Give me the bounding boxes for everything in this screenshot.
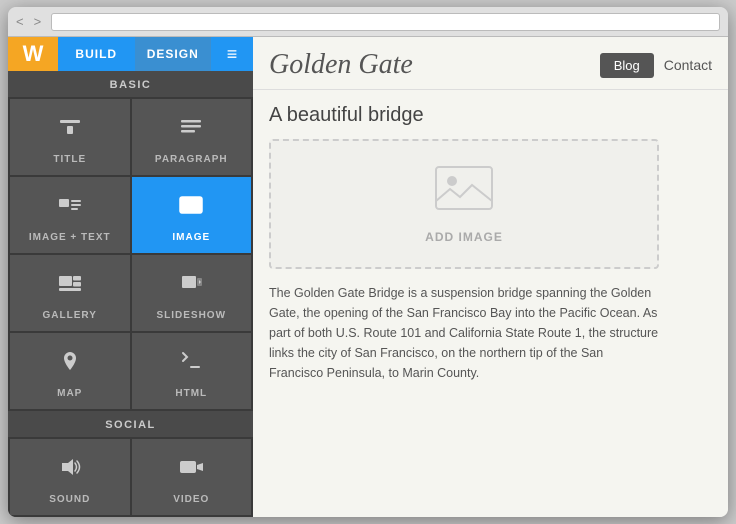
widget-grid-social: SOUND VIDEO xyxy=(8,437,253,517)
app-body: W BUILD DESIGN ≡ BASIC xyxy=(8,37,728,517)
image-placeholder-icon xyxy=(434,165,494,224)
widget-paragraph-label: PARAGRAPH xyxy=(155,154,228,165)
nav-contact-link[interactable]: Contact xyxy=(664,57,712,73)
image-placeholder[interactable]: ADD IMAGE xyxy=(269,139,659,269)
widget-slideshow[interactable]: SLIDESHOW xyxy=(132,255,252,331)
widget-video-label: VIDEO xyxy=(173,494,209,505)
widget-image-label: IMAGE xyxy=(172,232,210,243)
title-icon xyxy=(56,113,84,148)
browser-chrome: < > xyxy=(8,7,728,37)
logo: W xyxy=(8,37,58,71)
top-bar: W BUILD DESIGN ≡ xyxy=(8,37,253,71)
tab-build[interactable]: BUILD xyxy=(58,37,135,71)
left-panel: W BUILD DESIGN ≡ BASIC xyxy=(8,37,253,517)
add-image-text: ADD IMAGE xyxy=(425,230,503,244)
widget-image-text-label: IMAGE + TEXT xyxy=(29,232,111,243)
image-icon xyxy=(177,191,205,226)
widget-paragraph[interactable]: PARAGRAPH xyxy=(132,99,252,175)
widget-slideshow-label: SLIDESHOW xyxy=(156,310,226,321)
widget-sound[interactable]: SOUND xyxy=(10,439,130,515)
menu-button[interactable]: ≡ xyxy=(211,37,253,71)
site-title: Golden Gate xyxy=(269,49,413,81)
paragraph-icon xyxy=(177,113,205,148)
widget-html-label: HTML xyxy=(175,388,207,399)
widget-html[interactable]: HTML xyxy=(132,333,252,409)
slideshow-icon xyxy=(177,269,205,304)
nav-tabs: BUILD DESIGN xyxy=(58,37,211,71)
browser-url-bar[interactable] xyxy=(51,13,720,31)
html-icon xyxy=(177,347,205,382)
map-icon xyxy=(56,347,84,382)
section-basic-header: BASIC xyxy=(8,71,253,97)
widget-grid-basic: TITLE PARAGRAPH xyxy=(8,97,253,411)
widget-title[interactable]: TITLE xyxy=(10,99,130,175)
image-text-icon xyxy=(56,191,84,226)
widget-map[interactable]: MAP xyxy=(10,333,130,409)
page-heading: A beautiful bridge xyxy=(269,104,712,127)
widget-video[interactable]: VIDEO xyxy=(132,439,252,515)
gallery-icon xyxy=(56,269,84,304)
site-nav: Blog Contact xyxy=(600,53,712,78)
tab-design[interactable]: DESIGN xyxy=(135,37,212,71)
widget-image[interactable]: IMAGE xyxy=(132,177,252,253)
browser-back[interactable]: < xyxy=(16,14,24,29)
content-area: A beautiful bridge ADD IMAGE The Golden … xyxy=(253,90,728,517)
browser-window: < > W BUILD DESIGN ≡ xyxy=(8,7,728,517)
browser-forward[interactable]: > xyxy=(34,14,42,29)
widget-title-label: TITLE xyxy=(53,154,86,165)
site-header: Golden Gate Blog Contact xyxy=(253,37,728,90)
sound-icon xyxy=(56,453,84,488)
right-panel: Golden Gate Blog Contact A beautiful bri… xyxy=(253,37,728,517)
widget-gallery[interactable]: GALLERY xyxy=(10,255,130,331)
widget-gallery-label: GALLERY xyxy=(43,310,97,321)
widget-map-label: MAP xyxy=(57,388,82,399)
widget-image-text[interactable]: IMAGE + TEXT xyxy=(10,177,130,253)
widget-sound-label: SOUND xyxy=(49,494,90,505)
page-body-text: The Golden Gate Bridge is a suspension b… xyxy=(269,283,659,383)
nav-blog-button[interactable]: Blog xyxy=(600,53,654,78)
video-icon xyxy=(177,453,205,488)
section-social-header: SOCIAL xyxy=(8,411,253,437)
